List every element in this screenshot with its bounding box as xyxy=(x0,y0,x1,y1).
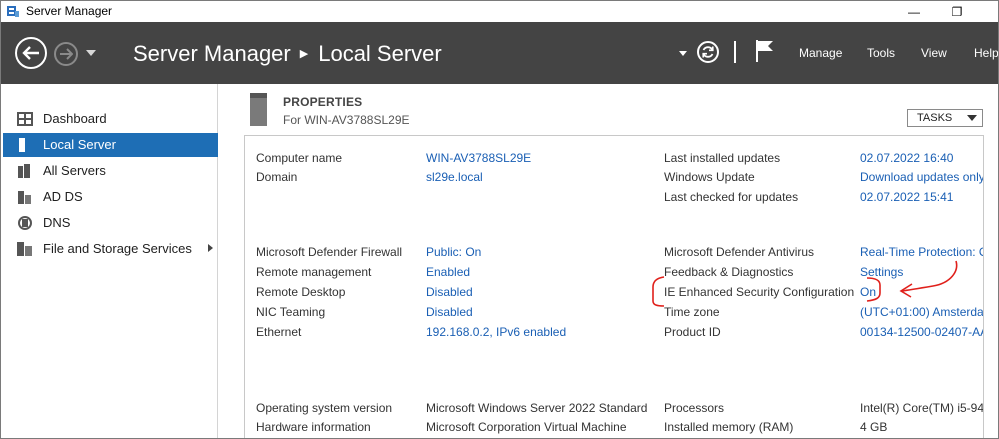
prop-label-os-version: Operating system version xyxy=(256,401,393,415)
prop-label-defender-antivirus: Microsoft Defender Antivirus xyxy=(664,245,815,259)
sidebar-item-all-servers[interactable]: All Servers xyxy=(3,159,218,183)
prop-value-os-version: Microsoft Windows Server 2022 Standard xyxy=(426,401,648,415)
prop-value-time-zone[interactable]: (UTC+01:00) Amsterdam xyxy=(860,305,983,319)
forward-button[interactable] xyxy=(54,42,78,66)
all-servers-icon xyxy=(18,164,30,178)
local-server-icon xyxy=(19,138,25,152)
sidebar-item-label: All Servers xyxy=(43,163,106,178)
breadcrumb-root[interactable]: Server Manager xyxy=(133,41,291,66)
minimize-button[interactable]: — xyxy=(894,1,934,22)
sidebar-item-label: Local Server xyxy=(43,137,116,152)
back-button[interactable] xyxy=(15,37,47,69)
prop-label-remote-management: Remote management xyxy=(256,265,372,279)
sidebar-item-dashboard[interactable]: Dashboard xyxy=(3,107,218,131)
header-bar: Server Manager ▶ Local Server Manage Tools… xyxy=(1,22,998,84)
ad-ds-icon xyxy=(18,191,31,204)
prop-label-ethernet: Ethernet xyxy=(256,325,302,339)
prop-label-windows-update: Windows Update xyxy=(664,170,755,184)
prop-label-last-installed-updates: Last installed updates xyxy=(664,151,781,165)
prop-value-nic-teaming[interactable]: Disabled xyxy=(426,305,473,319)
properties-panel: Computer name WIN-AV3788SL29E Domain sl2… xyxy=(244,135,984,438)
sidebar-item-ad-ds[interactable]: AD DS xyxy=(3,185,218,209)
prop-label-ram: Installed memory (RAM) xyxy=(664,420,794,434)
history-dropdown-icon[interactable] xyxy=(86,50,96,56)
server-manager-app-icon xyxy=(7,6,19,17)
prop-label-feedback-diagnostics: Feedback & Diagnostics xyxy=(664,265,794,279)
properties-subtitle: For WIN-AV3788SL29E xyxy=(283,113,410,127)
menu-tools[interactable]: Tools xyxy=(867,46,895,60)
file-storage-icon xyxy=(17,242,32,256)
expand-caret-icon[interactable] xyxy=(208,244,213,252)
menu-help[interactable]: Help xyxy=(974,46,998,60)
prop-value-ie-esc[interactable]: On xyxy=(860,285,876,299)
prop-value-last-checked[interactable]: 02.07.2022 15:41 xyxy=(860,190,953,204)
prop-value-remote-management[interactable]: Enabled xyxy=(426,265,470,279)
dns-icon xyxy=(18,216,32,230)
sidebar-item-label: DNS xyxy=(43,215,71,230)
dashboard-icon xyxy=(17,112,33,126)
sidebar-item-label: AD DS xyxy=(43,189,83,204)
sidebar-item-local-server[interactable]: Local Server xyxy=(3,133,218,157)
notifications-flag-icon[interactable] xyxy=(755,39,775,63)
title-bar: Server Manager — ❐ xyxy=(1,1,998,22)
breadcrumb-current: Local Server xyxy=(318,41,442,66)
prop-label-nic-teaming: NIC Teaming xyxy=(256,305,326,319)
prop-value-ethernet[interactable]: 192.168.0.2, IPv6 enabled xyxy=(426,325,566,339)
prop-label-ie-esc: IE Enhanced Security Configuration xyxy=(664,285,855,299)
chevron-down-icon xyxy=(967,115,977,121)
properties-title: PROPERTIES xyxy=(283,95,363,109)
server-properties-icon xyxy=(250,93,267,126)
prop-label-hardware: Hardware information xyxy=(256,420,371,434)
prop-label-domain: Domain xyxy=(256,170,298,184)
refresh-dropdown-icon[interactable] xyxy=(679,51,687,56)
tasks-dropdown-button[interactable]: TASKS xyxy=(907,109,983,127)
main-content: PROPERTIES For WIN-AV3788SL29E TASKS Com… xyxy=(219,84,998,438)
refresh-button[interactable] xyxy=(697,41,719,63)
prop-value-last-installed-updates[interactable]: 02.07.2022 16:40 xyxy=(860,151,953,165)
prop-value-feedback-diagnostics[interactable]: Settings xyxy=(860,265,903,279)
sidebar-item-label: Dashboard xyxy=(43,111,107,126)
prop-value-defender-antivirus[interactable]: Real-Time Protection: O xyxy=(860,245,983,259)
prop-value-ram: 4 GB xyxy=(860,420,888,434)
prop-label-product-id: Product ID xyxy=(664,325,721,339)
prop-label-computer-name: Computer name xyxy=(256,151,343,165)
prop-label-processors: Processors xyxy=(664,401,725,415)
menu-view[interactable]: View xyxy=(921,46,947,60)
server-manager-window: Server Manager — ❐ Server Manager ▶ Local … xyxy=(0,0,999,439)
prop-value-processors: Intel(R) Core(TM) i5-940 xyxy=(860,401,984,415)
prop-label-firewall: Microsoft Defender Firewall xyxy=(256,245,403,259)
prop-value-firewall[interactable]: Public: On xyxy=(426,245,481,259)
sidebar-item-label: File and Storage Services xyxy=(43,241,192,256)
prop-value-hardware: Microsoft Corporation Virtual Machine xyxy=(426,420,627,434)
sidebar: Dashboard Local Server All Servers AD DS xyxy=(1,84,218,438)
prop-value-remote-desktop[interactable]: Disabled xyxy=(426,285,473,299)
prop-label-time-zone: Time zone xyxy=(664,305,720,319)
prop-value-windows-update[interactable]: Download updates only xyxy=(860,170,983,184)
menu-manage[interactable]: Manage xyxy=(799,46,842,60)
sidebar-item-dns[interactable]: DNS xyxy=(3,211,218,235)
sidebar-item-file-storage-services[interactable]: File and Storage Services xyxy=(3,237,218,261)
window-title: Server Manager xyxy=(26,4,113,18)
prop-value-computer-name[interactable]: WIN-AV3788SL29E xyxy=(426,151,531,165)
breadcrumb-separator-icon: ▶ xyxy=(299,47,309,60)
arrow-left-icon xyxy=(22,46,39,60)
prop-value-product-id[interactable]: 00134-12500-02407-AA xyxy=(860,325,983,339)
tasks-label: TASKS xyxy=(917,112,953,124)
prop-value-domain[interactable]: sl29e.local xyxy=(426,170,483,184)
refresh-icon xyxy=(702,46,714,58)
prop-label-remote-desktop: Remote Desktop xyxy=(256,285,346,299)
breadcrumb: Server Manager ▶ Local Server xyxy=(133,41,442,67)
arrow-right-icon xyxy=(60,48,73,60)
restore-button[interactable]: ❐ xyxy=(937,1,977,22)
prop-label-last-checked: Last checked for updates xyxy=(664,190,799,204)
header-divider xyxy=(734,41,736,63)
